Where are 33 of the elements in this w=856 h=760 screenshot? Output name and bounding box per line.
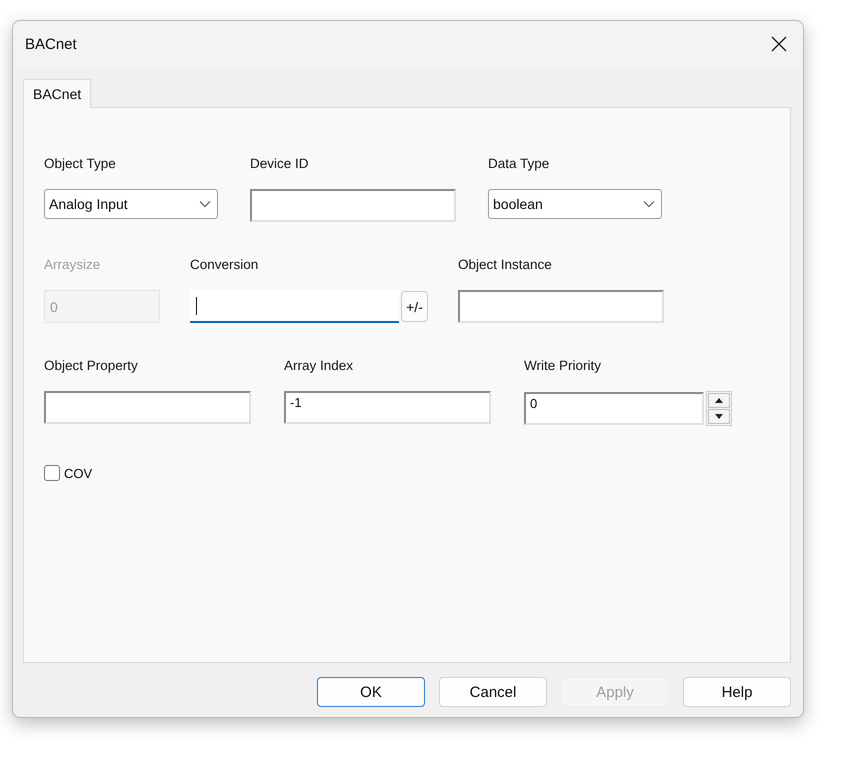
spin-down-button[interactable]	[708, 409, 730, 424]
input-field[interactable]	[458, 290, 664, 323]
field-label: Write Priority	[524, 358, 602, 375]
field-label: Data Type	[488, 156, 550, 173]
field-label: Arraysize	[44, 257, 102, 274]
input-field[interactable]	[190, 290, 399, 323]
dialog-button[interactable]: OK	[317, 677, 425, 707]
input-field[interactable]: 0	[524, 392, 704, 425]
dialog-button[interactable]: Help	[683, 677, 791, 707]
checkbox[interactable]	[44, 465, 60, 481]
input-field[interactable]	[250, 189, 456, 222]
field-label: Object Type	[44, 156, 117, 173]
dropdown[interactable]: boolean	[488, 189, 662, 219]
up-triangle-icon	[715, 398, 723, 403]
input-field[interactable]	[44, 391, 251, 424]
chevron-icon	[199, 200, 211, 208]
dropdown[interactable]: Analog Input	[44, 189, 218, 219]
checkbox-label: COV	[64, 466, 92, 480]
field-label: Device ID	[250, 156, 310, 173]
down-triangle-icon	[715, 414, 723, 419]
input-field[interactable]: -1	[284, 391, 491, 424]
field-label: Object Property	[44, 358, 139, 375]
close-icon	[770, 35, 788, 53]
sign-button[interactable]: +/-	[401, 291, 428, 322]
field-label: Conversion	[190, 257, 260, 274]
field-label: Object Instance	[458, 257, 553, 274]
close-button[interactable]	[769, 34, 789, 54]
tab[interactable]: BACnet	[23, 79, 92, 108]
chevron-icon	[643, 200, 655, 208]
window-title: BACnet	[25, 36, 77, 52]
field-label: Array Index	[284, 358, 354, 375]
spin-up-button[interactable]	[708, 393, 730, 408]
dialog-button[interactable]: Cancel	[439, 677, 547, 707]
